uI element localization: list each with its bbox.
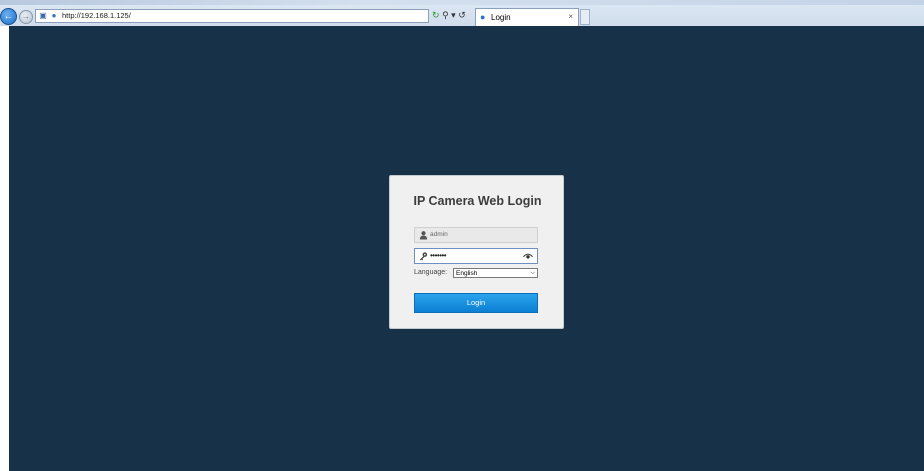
tab-login[interactable]: ● Login × (475, 8, 579, 26)
login-card: IP Camera Web Login admin ••••••• Langua… (389, 175, 564, 329)
user-icon (419, 231, 428, 240)
back-button[interactable]: ← (0, 8, 17, 25)
language-selected: English (456, 270, 478, 277)
compat-icon: ▣ (39, 11, 47, 20)
refresh-icon[interactable]: ↺ (458, 10, 466, 20)
username-field[interactable]: admin (414, 227, 538, 243)
dropdown-small-icon[interactable]: ▾ (451, 10, 456, 20)
forward-arrow-icon: → (22, 12, 30, 21)
compat-view-icon[interactable]: ↻ (432, 10, 440, 20)
url-text: http://192.168.1.125/ (62, 11, 131, 20)
tab-favicon-icon: ● (480, 12, 486, 22)
password-value: ••••••• (430, 251, 447, 260)
address-tools: ↻ ⚲ ▾ ↺ (432, 10, 466, 21)
chevron-down-icon: ⌵ (530, 270, 535, 276)
ie-favicon-icon: ● (51, 11, 57, 20)
eye-icon[interactable] (523, 252, 533, 260)
tab-title: Login (491, 13, 511, 22)
new-tab-button[interactable] (580, 9, 590, 25)
tab-close-icon[interactable]: × (568, 12, 573, 21)
forward-button[interactable]: → (19, 10, 33, 24)
language-select[interactable]: English ⌵ (453, 268, 538, 278)
login-title: IP Camera Web Login (413, 194, 542, 208)
username-value: admin (430, 231, 448, 238)
password-field[interactable]: ••••••• (414, 248, 538, 264)
back-arrow-icon: ← (3, 11, 14, 22)
language-label: Language: (414, 269, 448, 276)
page-background: IP Camera Web Login admin ••••••• Langua… (9, 26, 924, 471)
search-icon[interactable]: ⚲ (442, 10, 449, 20)
key-icon (419, 252, 428, 261)
address-bar[interactable]: ▣ ● http://192.168.1.125/ (35, 9, 429, 23)
title-bar (0, 0, 924, 5)
login-button[interactable]: Login (414, 293, 538, 313)
browser-chrome: ← → ▣ ● http://192.168.1.125/ ↻ ⚲ ▾ ↺ ● … (0, 0, 924, 26)
